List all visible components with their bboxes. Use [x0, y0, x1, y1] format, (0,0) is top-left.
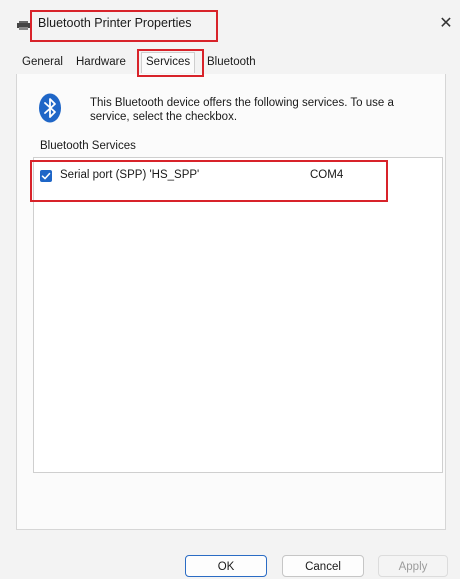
ok-button[interactable]: OK	[185, 555, 267, 577]
services-list[interactable]	[33, 157, 443, 473]
tab-hardware[interactable]: Hardware	[76, 56, 126, 68]
title-bar: Bluetooth Printer Properties ✕	[0, 0, 460, 46]
apply-button[interactable]: Apply	[378, 555, 448, 577]
printer-icon	[17, 21, 30, 30]
cancel-button[interactable]: Cancel	[282, 555, 364, 577]
close-button[interactable]: ✕	[436, 14, 456, 34]
service-port: COM4	[310, 169, 344, 181]
tab-bluetooth[interactable]: Bluetooth	[207, 56, 256, 68]
tab-general[interactable]: General	[22, 56, 63, 68]
window-title: Bluetooth Printer Properties	[38, 16, 192, 30]
close-icon: ✕	[439, 15, 453, 32]
tab-bar: General Hardware Services Bluetooth	[16, 52, 446, 74]
tab-services[interactable]: Services	[141, 52, 196, 73]
checkmark-icon	[41, 172, 51, 180]
service-checkbox[interactable]	[40, 170, 52, 182]
bluetooth-icon	[39, 93, 61, 123]
service-row[interactable]: Serial port (SPP) 'HS_SPP' COM4	[36, 167, 426, 185]
bluetooth-services-label: Bluetooth Services	[40, 140, 136, 152]
services-description: This Bluetooth device offers the followi…	[90, 97, 394, 123]
service-name: Serial port (SPP) 'HS_SPP'	[60, 169, 200, 181]
